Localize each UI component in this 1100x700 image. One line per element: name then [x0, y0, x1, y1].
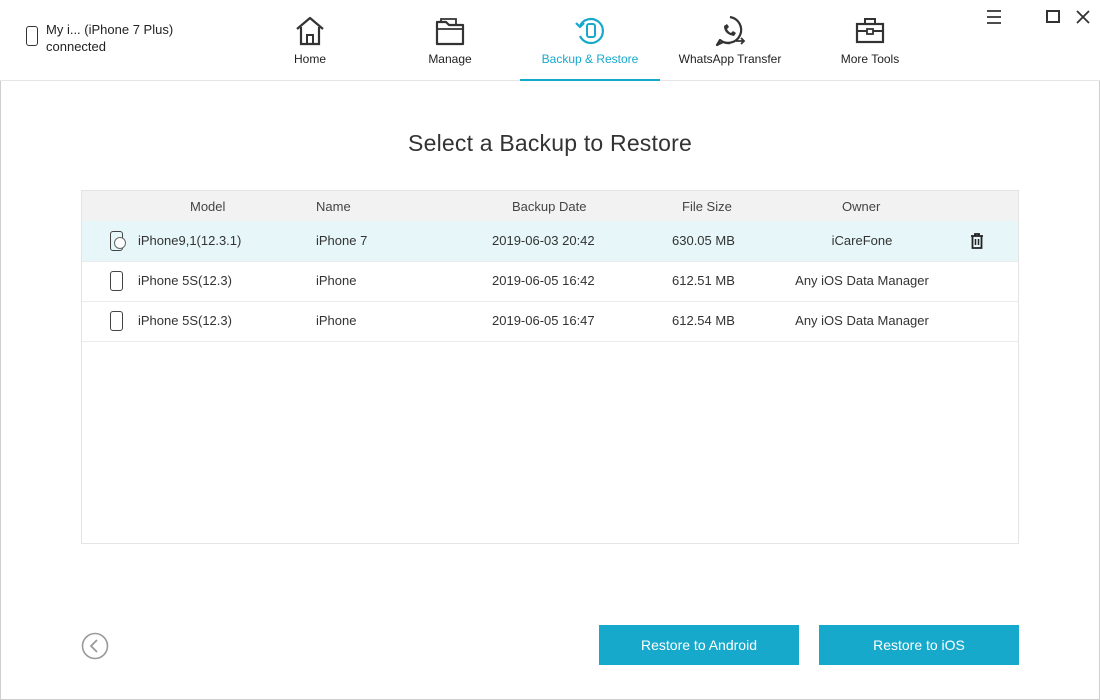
device-connection-status: connected: [46, 39, 106, 54]
cell-owner: Any iOS Data Manager: [795, 273, 929, 288]
column-backup-date: Backup Date: [512, 199, 587, 214]
whatsapp-icon: [715, 15, 746, 47]
column-name: Name: [316, 199, 351, 214]
backup-table: Model Name Backup Date File Size Owner i…: [81, 190, 1019, 544]
back-button[interactable]: [81, 632, 109, 660]
cell-model: iPhone9,1(12.3.1): [138, 233, 242, 248]
itunes-device-icon: [110, 231, 126, 251]
menu-button[interactable]: [983, 6, 1005, 28]
toolbox-icon: [855, 18, 885, 44]
table-row[interactable]: iPhone 5S(12.3) iPhone 2019-06-05 16:42 …: [82, 261, 1018, 302]
maximize-icon: [1046, 10, 1060, 23]
restore-to-ios-button[interactable]: Restore to iOS: [819, 625, 1019, 665]
cell-size: 612.51 MB: [672, 273, 735, 288]
active-tab-indicator: [520, 79, 660, 81]
cell-date: 2019-06-05 16:47: [492, 313, 595, 328]
tab-more-tools-label: More Tools: [840, 52, 900, 66]
cell-owner: iCareFone: [831, 233, 893, 248]
back-arrow-icon: [81, 632, 109, 660]
column-model: Model: [190, 199, 226, 214]
tab-home-label: Home: [293, 52, 326, 66]
tab-backup-restore[interactable]: Backup & Restore: [520, 0, 660, 81]
column-file-size: File Size: [682, 199, 732, 214]
cell-owner: Any iOS Data Manager: [795, 313, 929, 328]
tab-home[interactable]: Home: [240, 0, 380, 80]
cell-name: iPhone: [316, 313, 357, 328]
menu-icon: [987, 10, 1001, 24]
restore-to-android-button[interactable]: Restore to Android: [599, 625, 799, 665]
cell-size: 612.54 MB: [672, 313, 735, 328]
backup-restore-icon: [575, 17, 604, 45]
tab-whatsapp-transfer-label: WhatsApp Transfer: [678, 52, 782, 66]
phone-icon: [110, 271, 123, 291]
delete-backup-button[interactable]: [969, 232, 985, 255]
cell-date: 2019-06-03 20:42: [492, 233, 595, 248]
tab-manage[interactable]: Manage: [380, 0, 520, 80]
table-header: Model Name Backup Date File Size Owner: [82, 191, 1018, 221]
page-title: Select a Backup to Restore: [408, 130, 692, 156]
home-icon: [296, 16, 324, 46]
cell-model: iPhone 5S(12.3): [138, 313, 232, 328]
table-row[interactable]: iPhone9,1(12.3.1) iPhone 7 2019-06-03 20…: [82, 221, 1018, 262]
close-icon: [1076, 10, 1090, 24]
tab-whatsapp-transfer[interactable]: WhatsApp Transfer: [660, 0, 800, 80]
phone-icon: [26, 26, 38, 46]
cell-model: iPhone 5S(12.3): [138, 273, 232, 288]
folder-icon: [435, 18, 465, 46]
cell-name: iPhone 7: [316, 233, 368, 248]
cell-name: iPhone: [316, 273, 357, 288]
phone-icon: [110, 311, 123, 331]
device-name: My i... (iPhone 7 Plus): [46, 22, 174, 37]
tab-manage-label: Manage: [428, 52, 472, 66]
device-status[interactable]: My i... (iPhone 7 Plus) connected: [24, 20, 224, 60]
top-navigation: My i... (iPhone 7 Plus) connected Home M…: [0, 0, 1100, 81]
tab-backup-restore-label: Backup & Restore: [541, 52, 639, 66]
column-owner: Owner: [842, 199, 881, 214]
table-row[interactable]: iPhone 5S(12.3) iPhone 2019-06-05 16:47 …: [82, 301, 1018, 342]
cell-size: 630.05 MB: [672, 233, 735, 248]
tab-more-tools[interactable]: More Tools: [800, 0, 940, 80]
close-button[interactable]: [1072, 6, 1094, 28]
cell-date: 2019-06-05 16:42: [492, 273, 595, 288]
trash-icon: [971, 233, 983, 249]
maximize-button[interactable]: [1042, 6, 1064, 28]
